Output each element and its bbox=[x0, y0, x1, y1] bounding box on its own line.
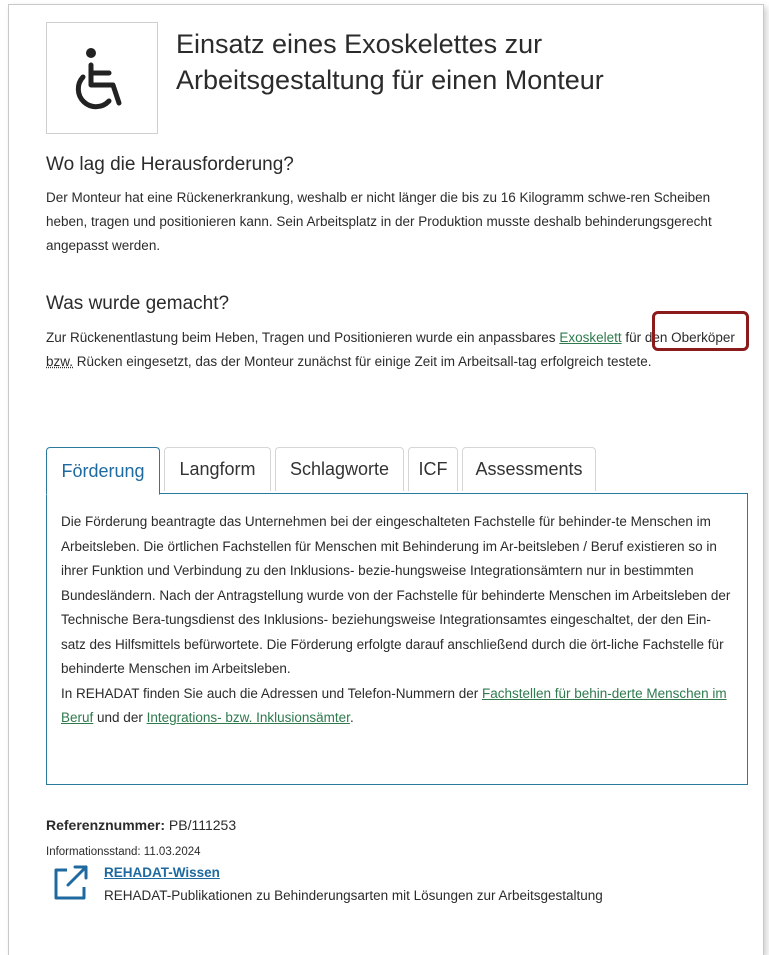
tab-assessments[interactable]: Assessments bbox=[462, 447, 596, 491]
external-link-icon[interactable] bbox=[51, 864, 91, 902]
tab-panel-foerderung: Die Förderung beantragte das Unternehmen… bbox=[46, 493, 748, 785]
page-title: Einsatz eines Exoskelettes zur Arbeitsge… bbox=[176, 29, 604, 95]
challenge-text: Der Monteur hat eine Rückenerkrankung, w… bbox=[46, 190, 712, 253]
panel-text-part: In REHADAT finden Sie auch die Adressen … bbox=[61, 685, 482, 701]
panel-text-part: und der bbox=[93, 710, 147, 725]
panel-text-part: . bbox=[349, 710, 354, 725]
tab-icf[interactable]: ICF bbox=[408, 447, 458, 491]
solution-heading: Was wurde gemacht? bbox=[46, 293, 230, 314]
rehadat-wissen-description: REHADAT-Publikationen zu Behinderungsart… bbox=[104, 888, 603, 903]
tab-langform[interactable]: Langform bbox=[164, 447, 271, 491]
challenge-heading: Wo lag die Herausforderung? bbox=[46, 154, 294, 175]
panel-links-line: In REHADAT finden Sie auch die Adressen … bbox=[61, 682, 733, 731]
wheelchair-icon bbox=[75, 48, 122, 110]
reference-label: Referenznummer: bbox=[46, 817, 166, 833]
reference-number: Referenznummer: PB/111253 bbox=[46, 817, 236, 833]
rehadat-wissen-link[interactable]: REHADAT-Wissen bbox=[104, 865, 220, 880]
info-date: Informationsstand: 11.03.2024 bbox=[46, 846, 201, 858]
solution-text-part: Zur Rückenentlastung beim Heben, Tragen … bbox=[46, 330, 560, 345]
panel-text: Die Förderung beantragte das Unternehmen… bbox=[61, 514, 731, 676]
integrationsaemter-link[interactable]: Integrations- bzw. Inklusionsämter bbox=[147, 710, 350, 725]
solution-text-part: für den Oberköper bbox=[621, 330, 735, 345]
exoskelett-link[interactable]: Exoskelett bbox=[559, 330, 621, 345]
solution-text-part: Rücken eingesetzt, das der Monteur zunäc… bbox=[73, 354, 652, 369]
abbr-bzw: bzw. bbox=[46, 354, 74, 369]
reference-value: PB/111253 bbox=[168, 817, 237, 833]
solution-text: Zur Rückenentlastung beim Heben, Tragen … bbox=[46, 326, 746, 374]
category-icon-box bbox=[46, 22, 158, 134]
tab-foerderung[interactable]: Förderung bbox=[46, 447, 160, 495]
tab-bar: Förderung Langform Schlagworte ICF Asses… bbox=[46, 447, 596, 495]
tab-schlagworte[interactable]: Schlagworte bbox=[275, 447, 404, 491]
